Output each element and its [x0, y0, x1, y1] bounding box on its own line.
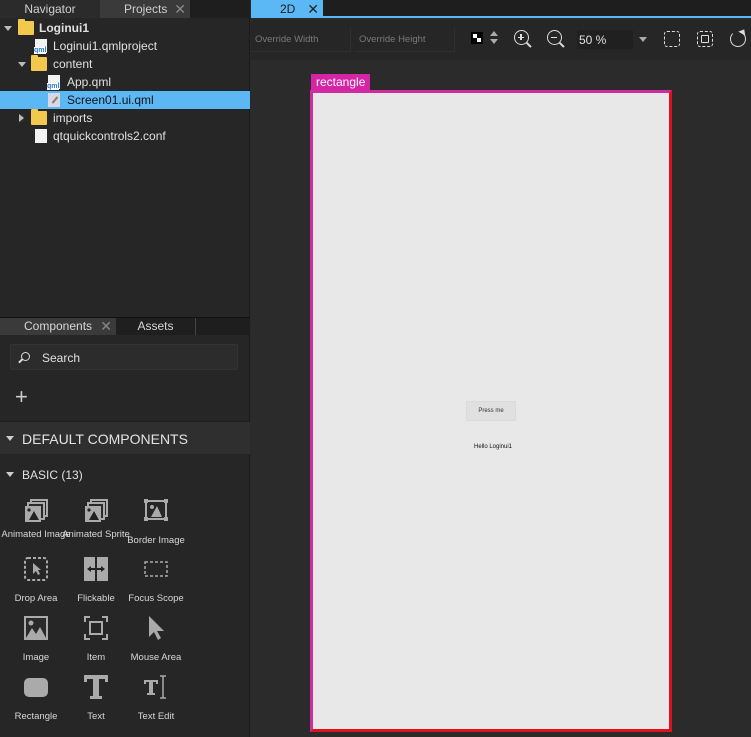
mouse-area-icon: [149, 616, 164, 640]
category-title: BASIC (13): [22, 468, 83, 482]
override-height-input[interactable]: Override Height: [355, 28, 455, 52]
chevron-down-icon[interactable]: [18, 62, 26, 67]
component-label: Border Image: [127, 535, 185, 546]
tree-item-label: content: [53, 57, 93, 71]
ui-qml-file-icon: [48, 93, 60, 107]
tab-2d[interactable]: 2D ✕: [251, 0, 323, 18]
tab-assets[interactable]: Assets: [116, 318, 196, 335]
search-input[interactable]: Search: [10, 344, 238, 370]
tab-navigator[interactable]: Navigator: [0, 0, 100, 18]
tree-item-label: App.qml: [67, 75, 112, 89]
tab-components[interactable]: Components ✕: [0, 318, 116, 335]
zoom-level-value: 50 %: [579, 33, 607, 47]
qmlproject-file-icon: [34, 39, 47, 54]
chevron-down-icon: [6, 436, 14, 441]
search-placeholder: Search: [42, 351, 81, 365]
selection-label: rectangle: [311, 74, 371, 91]
tab-navigator-label: Navigator: [24, 2, 76, 16]
component-focus-scope[interactable]: Focus Scope: [121, 556, 191, 605]
component-text-edit[interactable]: Text Edit: [121, 674, 191, 723]
animated-image-icon: [25, 499, 48, 522]
tree-item-label: qtquickcontrols2.conf: [53, 129, 166, 143]
tree-item-screen[interactable]: Screen01.ui.qml: [0, 91, 250, 109]
image-icon: [24, 616, 48, 640]
hello-text[interactable]: Hello Loginui1: [455, 444, 531, 450]
default-components-header[interactable]: DEFAULT COMPONENTS: [0, 421, 250, 454]
tree-item-label: Screen01.ui.qml: [67, 93, 154, 107]
tree-item-app[interactable]: App.qml: [0, 73, 250, 91]
fit-to-view-icon[interactable]: [664, 31, 680, 47]
tab-2d-label: 2D: [280, 2, 296, 16]
tab-assets-label: Assets: [137, 319, 174, 333]
folder-icon: [31, 55, 47, 71]
override-height-placeholder: Override Height: [359, 34, 426, 45]
focus-scope-icon: [144, 561, 168, 577]
chevron-down-icon: [6, 472, 14, 477]
selected-rectangle[interactable]: Press me Hello Loginui1: [310, 90, 672, 732]
text-icon: [84, 675, 108, 699]
folder-icon: [31, 109, 47, 125]
components-tabbar: Components ✕ Assets: [0, 317, 250, 335]
component-label: Mouse Area: [130, 652, 182, 663]
animated-sprite-icon: [85, 499, 108, 522]
design-canvas[interactable]: rectangle Press me Hello Loginui1: [251, 60, 751, 737]
component-mouse-area[interactable]: Mouse Area: [121, 615, 191, 664]
qt-design-studio: Navigator Projects ✕ Loginui1 Loginui1.qm…: [0, 0, 751, 737]
text-edit-icon: [144, 675, 166, 699]
editor-toolbar: Override Width Override Height 50 %: [251, 20, 751, 60]
project-tree: Loginui1 Loginui1.qmlproject content App…: [0, 19, 250, 145]
background-color-icon[interactable]: [471, 32, 483, 44]
flickable-icon: [84, 557, 108, 581]
border-image-icon: [144, 499, 168, 521]
search-icon: [21, 352, 30, 361]
tab-projects[interactable]: Projects ✕: [100, 0, 190, 18]
left-panel: Navigator Projects ✕ Loginui1 Loginui1.qm…: [0, 0, 250, 737]
qml-file-icon: [47, 75, 60, 90]
tab-components-label: Components: [24, 319, 93, 333]
override-width-input[interactable]: Override Width: [251, 28, 351, 52]
zoom-out-icon[interactable]: [547, 30, 562, 45]
tree-item-imports[interactable]: imports: [0, 109, 250, 127]
rectangle-icon: [24, 678, 48, 697]
press-me-button[interactable]: Press me: [466, 401, 516, 421]
left-tabbar: Navigator Projects ✕: [0, 0, 250, 18]
qml-folder-icon: [18, 19, 34, 35]
chevron-down-icon[interactable]: [4, 26, 12, 31]
item-icon: [84, 616, 108, 640]
chevron-down-icon[interactable]: [639, 37, 647, 42]
tree-item-conf[interactable]: qtquickcontrols2.conf: [0, 127, 250, 145]
file-icon: [35, 129, 47, 143]
tree-item-content[interactable]: content: [0, 55, 250, 73]
tree-item-label: imports: [53, 111, 93, 125]
background-stepper-icon[interactable]: [490, 31, 498, 45]
component-label: Text Edit: [137, 711, 175, 722]
tree-item-label: Loginui1.qmlproject: [53, 39, 158, 53]
editor-panel: 2D ✕ Override Width Override Height 50 % …: [251, 0, 751, 737]
tree-item-root[interactable]: Loginui1: [0, 19, 250, 37]
chevron-right-icon[interactable]: [19, 114, 24, 122]
component-label: Focus Scope: [128, 593, 184, 604]
zoom-in-icon[interactable]: [514, 30, 529, 45]
close-icon[interactable]: ✕: [100, 318, 112, 335]
fit-selection-icon[interactable]: [697, 31, 713, 47]
tree-item-label: Loginui1: [39, 21, 89, 35]
tab-projects-label: Projects: [124, 2, 168, 16]
override-width-placeholder: Override Width: [255, 34, 319, 45]
close-icon[interactable]: ✕: [174, 0, 186, 18]
zoom-level-select[interactable]: 50 %: [577, 30, 633, 49]
add-module-button[interactable]: +: [15, 386, 33, 408]
basic-category-header[interactable]: BASIC (13): [0, 464, 250, 484]
close-icon[interactable]: ✕: [307, 0, 319, 18]
reset-view-icon[interactable]: [730, 31, 746, 47]
component-border-image[interactable]: Border Image: [121, 498, 191, 547]
drop-area-icon: [24, 557, 48, 581]
tree-item-project-file[interactable]: Loginui1.qmlproject: [0, 37, 250, 55]
editor-tabbar: 2D ✕: [251, 0, 751, 18]
section-title: DEFAULT COMPONENTS: [22, 431, 188, 447]
